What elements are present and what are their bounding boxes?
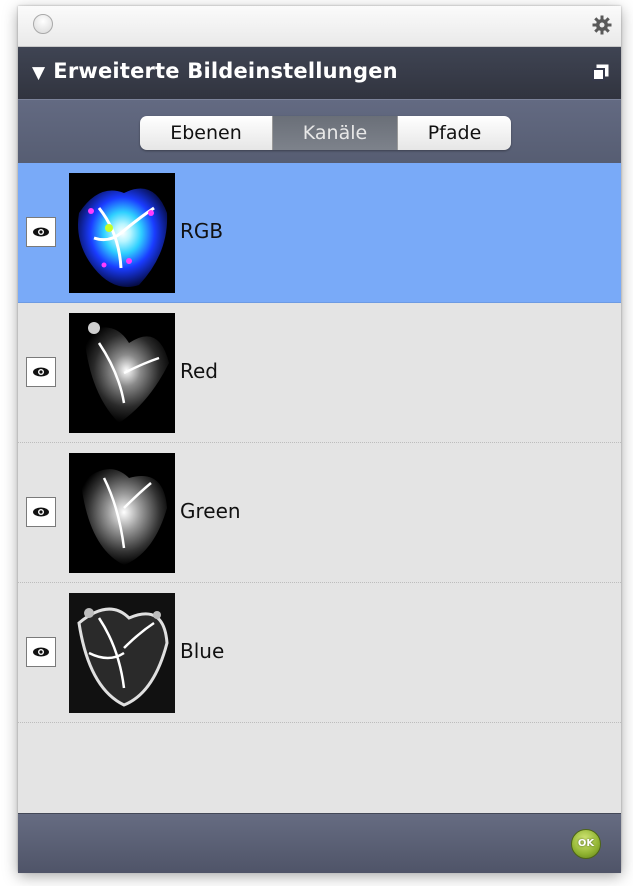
visibility-toggle[interactable] [26, 637, 56, 667]
channel-thumbnail-red [69, 313, 175, 433]
channel-thumbnail-rgb [69, 173, 175, 293]
visibility-toggle[interactable] [26, 217, 56, 247]
channel-row-blue[interactable]: Blue [18, 583, 621, 723]
channel-name: Blue [180, 639, 225, 663]
visibility-toggle[interactable] [26, 357, 56, 387]
panel-title-label: Erweiterte Bildeinstellungen [53, 59, 398, 83]
channel-thumbnail-blue [69, 593, 175, 713]
eye-icon [33, 507, 49, 517]
disclosure-triangle-icon[interactable]: ▼ [32, 63, 45, 83]
eye-icon [33, 367, 49, 377]
channel-list: RGB Red Green Blue [18, 163, 621, 813]
ok-button[interactable]: OK [571, 829, 601, 859]
channel-row-red[interactable]: Red [18, 303, 621, 443]
channel-row-green[interactable]: Green [18, 443, 621, 583]
channel-row-rgb[interactable]: RGB [18, 163, 621, 303]
panel-footer: OK [18, 813, 621, 873]
channel-thumbnail-green [69, 453, 175, 573]
gear-icon[interactable] [591, 14, 613, 36]
tab-bar: Ebenen Kanäle Pfade [18, 99, 621, 164]
tab-kanaele[interactable]: Kanäle [273, 116, 398, 150]
channel-name: Green [180, 499, 241, 523]
tab-pfade[interactable]: Pfade [398, 116, 511, 150]
segmented-control: Ebenen Kanäle Pfade [140, 116, 511, 150]
visibility-toggle[interactable] [26, 497, 56, 527]
close-button[interactable] [33, 14, 53, 34]
channel-name: Red [180, 359, 218, 383]
panel-title[interactable]: ▼ Erweiterte Bildeinstellungen [32, 59, 398, 83]
titlebar [18, 6, 621, 47]
eye-icon [33, 227, 49, 237]
panel-header: ▼ Erweiterte Bildeinstellungen [18, 47, 621, 99]
eye-icon [33, 647, 49, 657]
panel-window: ▼ Erweiterte Bildeinstellungen Ebenen Kan… [18, 6, 621, 873]
channel-name: RGB [180, 219, 224, 243]
detach-panel-icon[interactable] [590, 62, 612, 84]
tab-ebenen[interactable]: Ebenen [140, 116, 273, 150]
